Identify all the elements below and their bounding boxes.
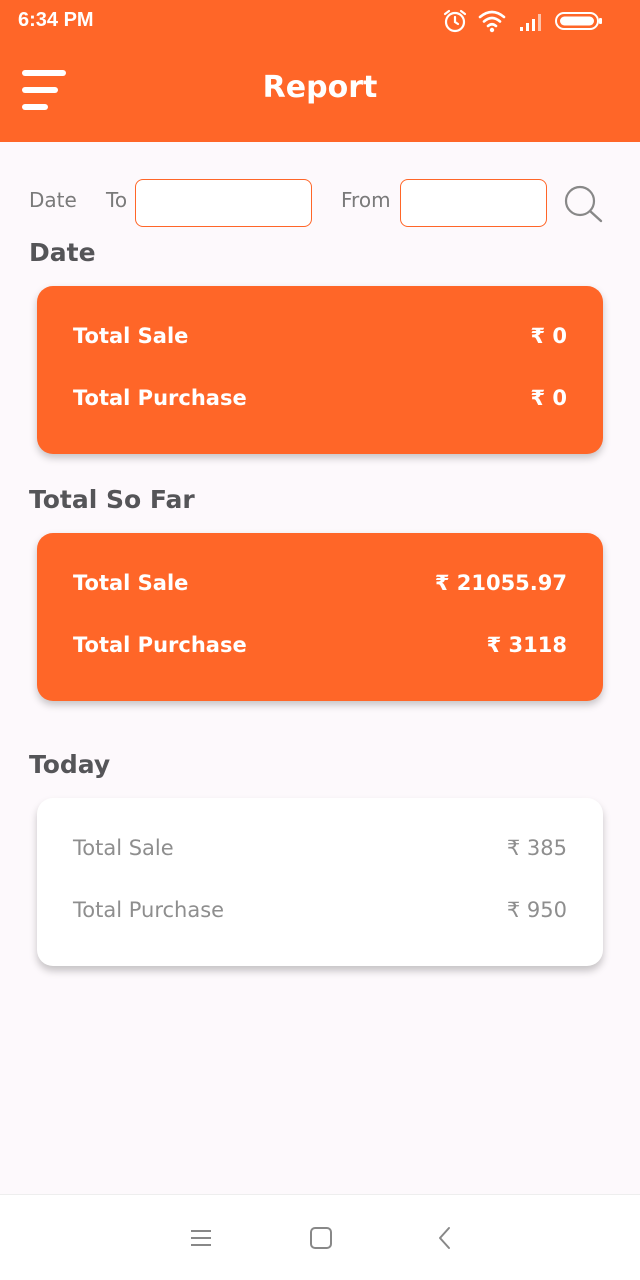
total-purchase-value: ₹ 0 — [530, 386, 567, 410]
back-button[interactable] — [430, 1223, 460, 1253]
from-label: From — [341, 188, 391, 212]
recents-button[interactable] — [186, 1223, 216, 1253]
date-section-title: Date — [29, 238, 96, 267]
app-bar: 6:34 PM Report — [0, 0, 640, 142]
status-time: 6:34 PM — [18, 9, 94, 31]
today-section-title: Today — [29, 750, 111, 779]
recents-icon — [191, 1230, 211, 1246]
total-sale-value: ₹ 21055.97 — [434, 571, 567, 595]
total-purchase-label: Total Purchase — [73, 386, 247, 410]
date-summary-card: Total Sale ₹ 0 Total Purchase ₹ 0 — [37, 286, 603, 454]
signal-icon — [520, 14, 541, 31]
page-title: Report — [262, 70, 378, 105]
total-so-far-section-title: Total So Far — [29, 485, 195, 514]
home-button[interactable] — [306, 1223, 336, 1253]
to-date-input[interactable] — [135, 179, 312, 227]
total-purchase-value: ₹ 3118 — [486, 633, 567, 657]
total-sale-label: Total Sale — [73, 324, 189, 348]
total-purchase-label: Total Purchase — [73, 898, 225, 922]
to-label: To — [106, 188, 128, 212]
battery-icon — [555, 12, 602, 30]
home-icon — [310, 1227, 332, 1249]
total-purchase-value: ₹ 950 — [506, 898, 567, 922]
total-purchase-label: Total Purchase — [73, 633, 247, 657]
search-button[interactable] — [562, 183, 604, 225]
date-label: Date — [29, 188, 77, 212]
back-icon — [439, 1227, 450, 1249]
total-sale-value: ₹ 0 — [530, 324, 567, 348]
total-sale-label: Total Sale — [73, 571, 189, 595]
total-so-far-card: Total Sale ₹ 21055.97 Total Purchase ₹ 3… — [37, 533, 603, 701]
from-date-input[interactable] — [400, 179, 547, 227]
today-card: Total Sale ₹ 385 Total Purchase ₹ 950 — [37, 798, 603, 966]
system-nav-bar — [0, 1194, 640, 1280]
status-icons — [442, 8, 622, 34]
alarm-icon — [443, 9, 467, 33]
search-icon — [564, 185, 603, 223]
total-sale-value: ₹ 385 — [506, 836, 567, 860]
total-sale-label: Total Sale — [73, 836, 174, 860]
wifi-icon — [478, 10, 506, 33]
